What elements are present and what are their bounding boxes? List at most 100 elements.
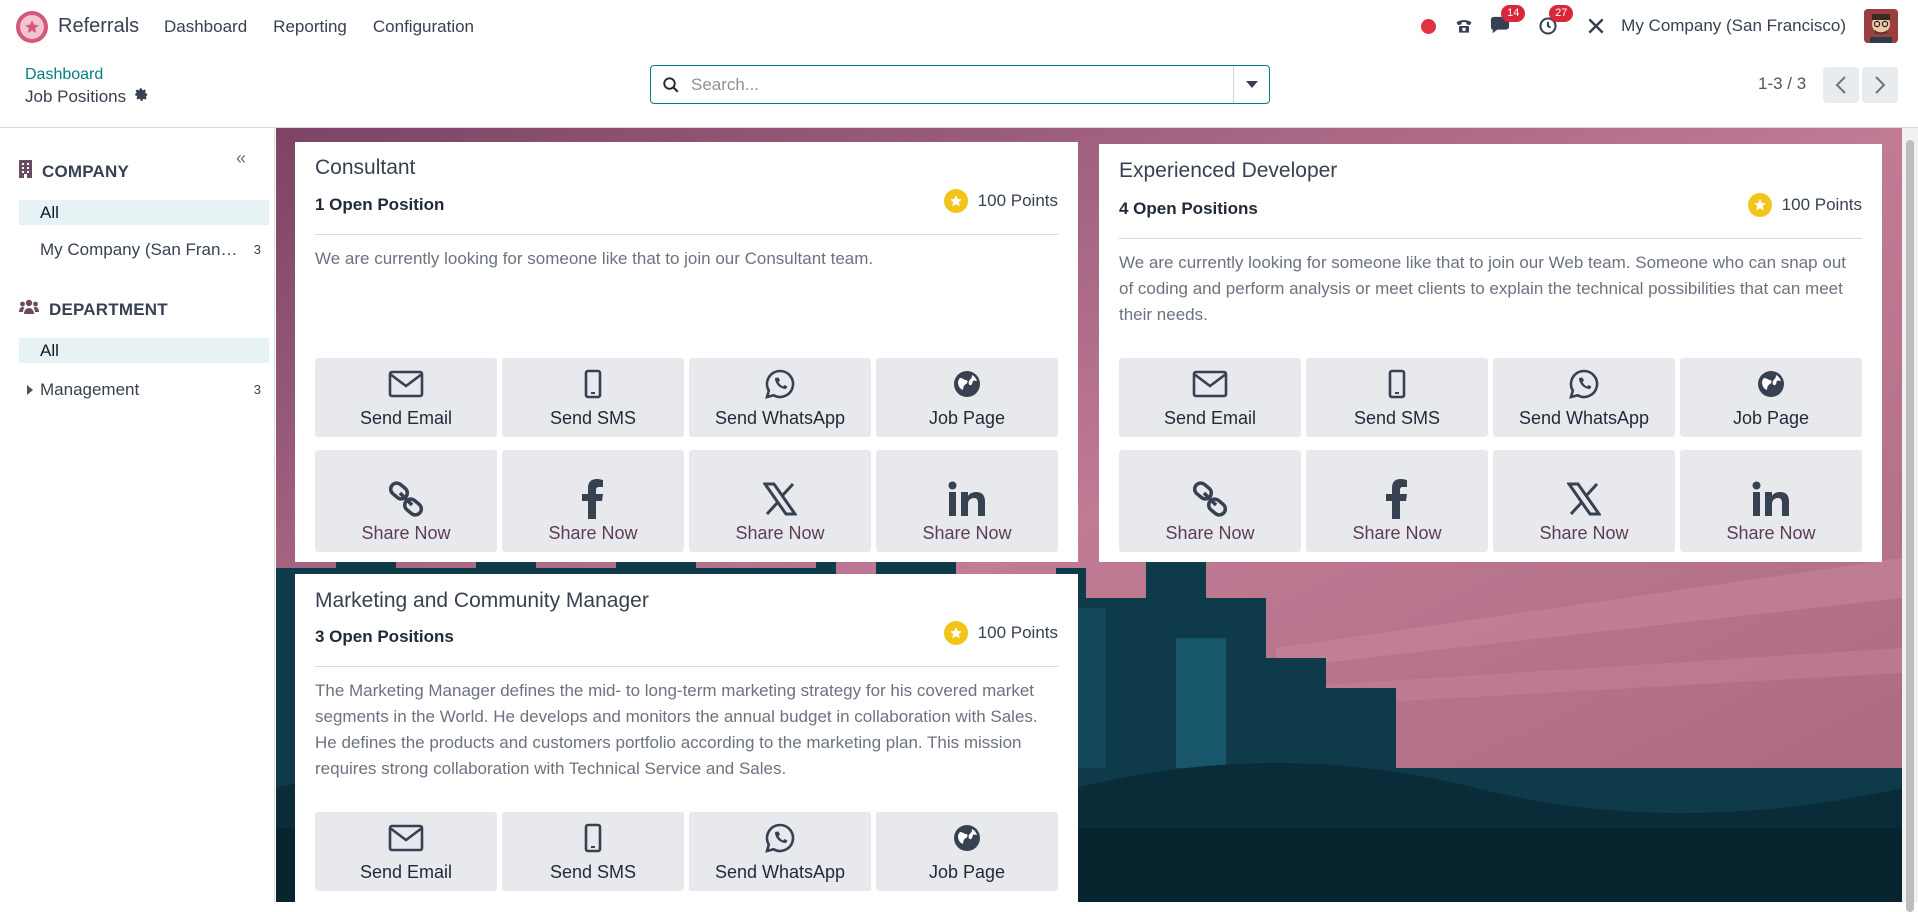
app-name[interactable]: Referrals: [58, 15, 139, 38]
share-x-button[interactable]: Share Now: [689, 450, 871, 552]
send-email-button[interactable]: Send Email: [315, 358, 497, 437]
send-email-button[interactable]: Send Email: [1119, 358, 1301, 437]
department-filter-label: Management: [40, 380, 140, 399]
job-title: Experienced Developer: [1119, 159, 1338, 182]
company-filter-item[interactable]: My Company (San Francisco) 3: [19, 237, 269, 262]
phone-icon[interactable]: [1453, 15, 1475, 37]
department-filter-item[interactable]: Management 3: [19, 377, 269, 402]
caret-down-icon: [1245, 80, 1258, 88]
open-positions: 4 Open Positions: [1119, 199, 1258, 218]
search-input[interactable]: [691, 74, 1233, 95]
share-buttons: Send Email Send SMS Send WhatsApp Job Pa…: [315, 812, 1058, 891]
send-email-label: Send Email: [359, 408, 453, 428]
facebook-icon: [1386, 479, 1408, 519]
send-email-button[interactable]: Send Email: [315, 812, 497, 891]
expand-caret-icon[interactable]: [27, 385, 33, 395]
send-whatsapp-label: Send WhatsApp: [714, 862, 846, 882]
search-bar: [650, 65, 1270, 104]
globe-icon: [952, 366, 982, 402]
send-sms-button[interactable]: Send SMS: [1306, 358, 1488, 437]
pager-previous-button[interactable]: [1823, 67, 1859, 103]
messages-icon[interactable]: 14: [1489, 5, 1526, 37]
job-description: The Marketing Manager defines the mid- t…: [315, 681, 1038, 778]
breadcrumb-dashboard[interactable]: Dashboard: [25, 66, 103, 84]
mobile-icon: [1388, 366, 1406, 402]
send-sms-label: Send SMS: [549, 408, 637, 428]
job-page-button[interactable]: Job Page: [1680, 358, 1862, 437]
card-divider: [1119, 238, 1862, 239]
job-card-consultant[interactable]: Consultant 1 Open Position 100 Points We…: [295, 142, 1078, 562]
send-sms-button[interactable]: Send SMS: [502, 812, 684, 891]
job-page-label: Job Page: [1732, 408, 1810, 428]
star-icon: [1747, 193, 1772, 217]
menu-reporting[interactable]: Reporting: [273, 17, 347, 37]
share-linkedin-label: Share Now: [1726, 523, 1816, 543]
send-whatsapp-button[interactable]: Send WhatsApp: [689, 358, 871, 437]
mobile-icon: [584, 820, 602, 856]
link-icon: [386, 481, 426, 517]
share-link-label: Share Now: [361, 523, 451, 543]
share-linkedin-button[interactable]: Share Now: [876, 450, 1058, 552]
job-description: We are currently looking for someone lik…: [1119, 253, 1846, 324]
department-heading-label: DEPARTMENT: [49, 299, 168, 319]
share-buttons: Send Email Send SMS Send WhatsApp Job Pa…: [1119, 358, 1862, 552]
company-switcher[interactable]: My Company (San Francisco): [1621, 16, 1846, 36]
share-facebook-button[interactable]: Share Now: [1306, 450, 1488, 552]
company-heading-label: COMPANY: [42, 161, 130, 181]
department-filter-all[interactable]: All: [19, 338, 269, 363]
card-divider: [315, 234, 1058, 235]
points-label: 100 Points: [943, 189, 1058, 213]
send-sms-label: Send SMS: [549, 862, 637, 882]
activities-badge: 27: [1549, 5, 1574, 22]
share-link-button[interactable]: Share Now: [315, 450, 497, 552]
job-page-button[interactable]: Job Page: [876, 358, 1058, 437]
job-card-marketing-community-manager[interactable]: Marketing and Community Manager 3 Open P…: [295, 574, 1078, 902]
activity-clock-icon[interactable]: 27: [1537, 5, 1574, 37]
job-page-label: Job Page: [928, 408, 1006, 428]
open-positions: 1 Open Position: [315, 195, 445, 214]
gear-icon[interactable]: [134, 87, 149, 107]
pager-value[interactable]: 1-3 / 3: [1758, 74, 1806, 94]
menu-configuration[interactable]: Configuration: [373, 17, 474, 37]
send-sms-button[interactable]: Send SMS: [502, 358, 684, 437]
debug-tools-icon[interactable]: [1585, 15, 1607, 37]
globe-icon: [1756, 366, 1786, 402]
user-avatar[interactable]: [1864, 9, 1898, 43]
main-menu: Dashboard Reporting Configuration: [164, 17, 500, 37]
open-positions: 3 Open Positions: [315, 627, 454, 646]
share-x-label: Share Now: [1539, 523, 1629, 543]
send-sms-label: Send SMS: [1353, 408, 1441, 428]
referrals-app-icon[interactable]: [16, 11, 48, 43]
pager-next-button[interactable]: [1862, 67, 1898, 103]
scrollbar-thumb[interactable]: [1906, 140, 1914, 912]
points-value: 100 Points: [977, 623, 1058, 642]
job-page-button[interactable]: Job Page: [876, 812, 1058, 891]
users-icon: [19, 299, 39, 320]
search-options-toggle[interactable]: [1233, 66, 1269, 103]
linkedin-icon: [1752, 481, 1790, 517]
whatsapp-icon: [1568, 366, 1600, 402]
collapse-panel-icon[interactable]: «: [236, 148, 246, 169]
job-card-experienced-developer[interactable]: Experienced Developer 4 Open Positions 1…: [1099, 144, 1882, 562]
department-section-heading: DEPARTMENT: [19, 299, 168, 320]
job-title: Marketing and Community Manager: [315, 589, 649, 612]
company-filter-all[interactable]: All: [19, 200, 269, 225]
share-linkedin-button[interactable]: Share Now: [1680, 450, 1862, 552]
points-label: 100 Points: [1747, 193, 1862, 217]
company-section-heading: COMPANY: [19, 160, 129, 183]
send-whatsapp-button[interactable]: Send WhatsApp: [1493, 358, 1675, 437]
share-facebook-label: Share Now: [1352, 523, 1442, 543]
page-title-text: Job Positions: [25, 87, 127, 106]
chevron-left-icon: [1835, 76, 1846, 94]
company-filter-label: My Company (San Francisco): [40, 240, 239, 259]
share-link-button[interactable]: Share Now: [1119, 450, 1301, 552]
facebook-icon: [582, 479, 604, 519]
envelope-icon: [1192, 366, 1228, 402]
job-description: We are currently looking for someone lik…: [315, 249, 874, 268]
share-facebook-button[interactable]: Share Now: [502, 450, 684, 552]
vertical-scrollbar[interactable]: [1902, 128, 1918, 912]
share-x-button[interactable]: Share Now: [1493, 450, 1675, 552]
menu-dashboard[interactable]: Dashboard: [164, 17, 247, 37]
recording-indicator-icon[interactable]: [1417, 15, 1439, 37]
send-whatsapp-button[interactable]: Send WhatsApp: [689, 812, 871, 891]
